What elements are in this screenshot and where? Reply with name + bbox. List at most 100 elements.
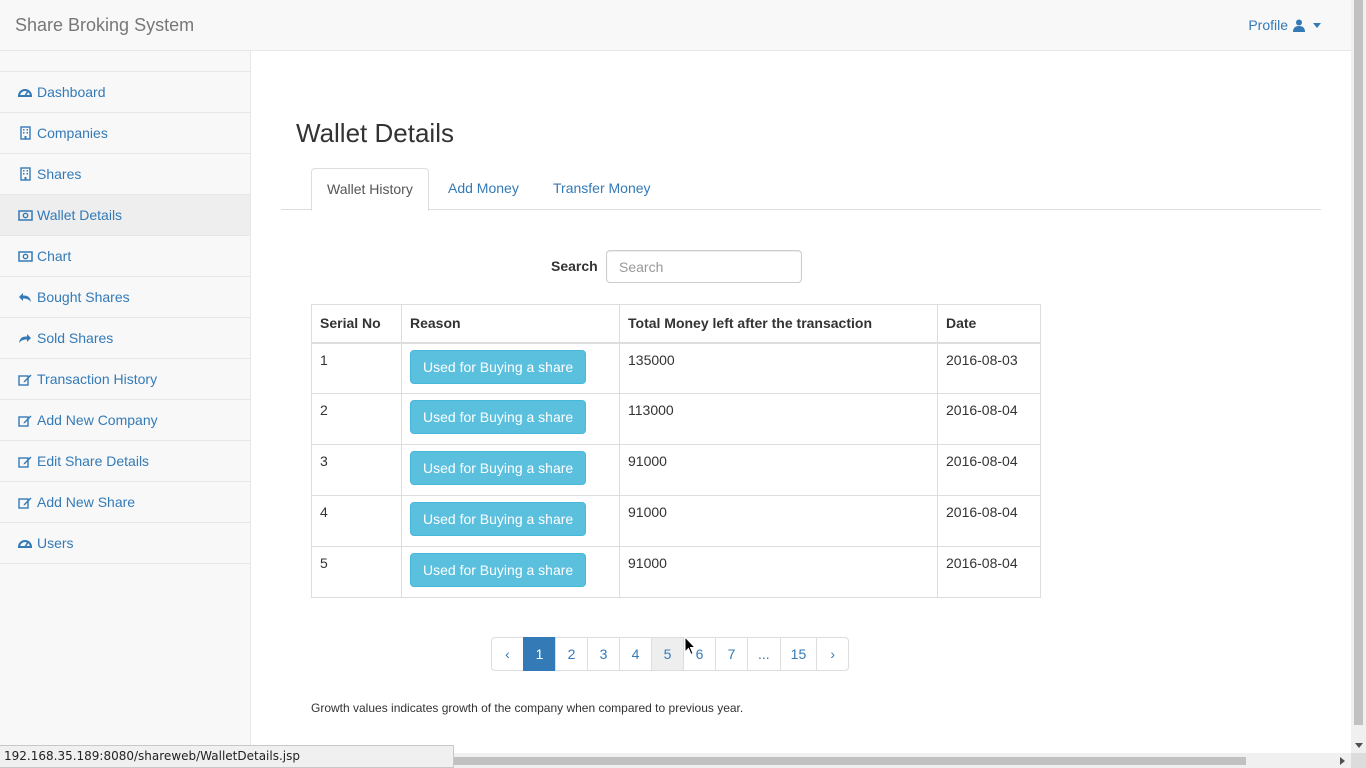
- reason-button[interactable]: Used for Buying a share: [410, 349, 587, 384]
- horizontal-scrollbar-thumb[interactable]: [454, 757, 1246, 765]
- sidebar-item-label: Companies: [37, 125, 108, 141]
- horizontal-scrollbar[interactable]: [454, 753, 1351, 768]
- sidebar-item-label: Chart: [37, 248, 72, 264]
- table-row: 2 Used for Buying a share 113000 2016-08-04: [311, 393, 1041, 445]
- vertical-scrollbar[interactable]: [1351, 0, 1366, 768]
- search-label: Search: [551, 258, 598, 274]
- table-row: 1 Used for Buying a share 135000 2016-08-03: [311, 342, 1041, 394]
- sidebar-item-dashboard[interactable]: Dashboard: [0, 72, 250, 113]
- sidebar-item-label: Bought Shares: [37, 289, 130, 305]
- pagination: ‹ 1 2 3 4 5 6 7... 15 ›: [491, 637, 850, 671]
- date-cell: 2016-08-03: [937, 342, 1041, 394]
- table-row: 4 Used for Buying a share 91000 2016-08-04: [311, 495, 1041, 547]
- wallet-history-table: Serial No Reason Total Money left after …: [311, 304, 1041, 598]
- profile-label: Profile: [1248, 17, 1288, 33]
- scroll-down-arrow-icon[interactable]: [1355, 743, 1363, 748]
- pagination-page-15[interactable]: 15: [779, 637, 818, 671]
- serial-cell: 1: [311, 342, 402, 394]
- pagination-page-3[interactable]: 3: [587, 637, 620, 671]
- table-body: 1 Used for Buying a share 135000 2016-08-03…: [311, 342, 1041, 598]
- column-header-money: Total Money left after the transaction: [619, 304, 938, 344]
- money-cell: 91000: [619, 444, 938, 496]
- top-navbar: Share Broking System Profile: [0, 0, 1351, 51]
- growth-note: Growth values indicates growth of the co…: [311, 701, 744, 715]
- serial-cell: 3: [311, 444, 402, 496]
- reason-button[interactable]: Used for Buying a share: [410, 451, 587, 485]
- reason-cell: Used for Buying a share: [401, 393, 620, 445]
- brand-title[interactable]: Share Broking System: [15, 15, 194, 35]
- reason-cell: Used for Buying a share: [401, 342, 620, 394]
- money-cell: 91000: [619, 495, 938, 547]
- reason-button[interactable]: Used for Buying a share: [410, 502, 587, 536]
- reason-button[interactable]: Used for Buying a share: [410, 553, 587, 587]
- date-cell: 2016-08-04: [937, 393, 1041, 445]
- pagination-ellipsis[interactable]: ...: [747, 637, 781, 671]
- building-icon: [17, 126, 33, 140]
- search-input[interactable]: [606, 250, 802, 283]
- serial-cell: 4: [311, 495, 402, 547]
- sidebar-item-sold-shares[interactable]: Sold Shares: [0, 318, 250, 359]
- sidebar-item-bought-shares[interactable]: Bought Shares: [0, 277, 250, 318]
- tab-add-money[interactable]: Add Money: [433, 168, 534, 210]
- pagination-next[interactable]: ›: [816, 637, 850, 671]
- pagination-prev[interactable]: ‹: [491, 637, 524, 671]
- sidebar-item-label: Sold Shares: [37, 330, 114, 346]
- reply-icon: [17, 290, 33, 304]
- sidebar-item-chart[interactable]: Chart: [0, 236, 250, 277]
- date-cell: 2016-08-04: [937, 444, 1041, 496]
- tab-transfer-money[interactable]: Transfer Money: [538, 168, 666, 210]
- money-icon: [17, 249, 33, 263]
- sidebar-item-label: Shares: [37, 166, 82, 182]
- column-header-serial: Serial No: [311, 304, 402, 344]
- main-content: Wallet Details Wallet History Add Money …: [251, 51, 1351, 751]
- status-bar-url: 192.168.35.189:8080/shareweb/WalletDetai…: [0, 745, 454, 768]
- serial-cell: 2: [311, 393, 402, 445]
- chevron-down-icon: [1313, 22, 1321, 28]
- share-icon: [17, 331, 33, 345]
- reason-cell: Used for Buying a share: [401, 444, 620, 496]
- table-row: 3 Used for Buying a share 91000 2016-08-04: [311, 444, 1041, 496]
- dashboard-icon: [17, 85, 33, 99]
- scrollbar-corner: [1351, 753, 1366, 768]
- date-cell: 2016-08-04: [937, 495, 1041, 547]
- sidebar-item-label: Wallet Details: [37, 207, 123, 223]
- date-cell: 2016-08-04: [937, 546, 1041, 598]
- pagination-page-1[interactable]: 1: [523, 637, 556, 671]
- sidebar-item-label: Add New Share: [37, 494, 136, 510]
- reason-cell: Used for Buying a share: [401, 495, 620, 547]
- sidebar-item-shares[interactable]: Shares: [0, 154, 250, 195]
- sidebar-item-label: Users: [37, 535, 74, 551]
- sidebar-item-label: Edit Share Details: [37, 453, 150, 469]
- reason-button[interactable]: Used for Buying a share: [410, 400, 587, 434]
- sidebar-item-add-new-company[interactable]: Add New Company: [0, 400, 250, 441]
- pagination-page-4[interactable]: 4: [619, 637, 652, 671]
- sidebar-item-transaction-history[interactable]: Transaction History: [0, 359, 250, 400]
- money-cell: 135000: [619, 342, 938, 394]
- pagination-page-7[interactable]: 7: [715, 637, 748, 671]
- money-icon: [17, 208, 33, 222]
- tab-bar: Wallet History Add Money Transfer Money: [281, 168, 1321, 211]
- profile-dropdown[interactable]: Profile: [1248, 16, 1321, 34]
- sidebar-item-edit-share-details[interactable]: Edit Share Details: [0, 441, 250, 482]
- sidebar-item-users[interactable]: Users: [0, 523, 250, 564]
- sidebar: Dashboard Companies Shares Wallet Details Ch…: [0, 51, 251, 768]
- table-header-row: Serial No Reason Total Money left after …: [311, 304, 1041, 344]
- sidebar-item-companies[interactable]: Companies: [0, 113, 250, 154]
- sidebar-item-add-new-share[interactable]: Add New Share: [0, 482, 250, 523]
- mouse-cursor-icon: [684, 636, 696, 656]
- reason-cell: Used for Buying a share: [401, 546, 620, 598]
- money-cell: 113000: [619, 393, 938, 445]
- sidebar-item-wallet-details[interactable]: Wallet Details: [0, 195, 250, 236]
- pagination-page-5[interactable]: 5: [651, 637, 684, 671]
- scroll-right-arrow-icon[interactable]: [1340, 757, 1345, 765]
- table-row: 5 Used for Buying a share 91000 2016-08-04: [311, 546, 1041, 598]
- dashboard-icon: [17, 536, 33, 550]
- edit-icon: [17, 413, 33, 427]
- serial-cell: 5: [311, 546, 402, 598]
- pagination-page-2[interactable]: 2: [555, 637, 588, 671]
- tab-wallet-history[interactable]: Wallet History: [311, 168, 429, 211]
- building-icon: [17, 167, 33, 181]
- vertical-scrollbar-thumb[interactable]: [1354, 0, 1363, 725]
- money-cell: 91000: [619, 546, 938, 598]
- sidebar-item-label: Transaction History: [37, 371, 158, 387]
